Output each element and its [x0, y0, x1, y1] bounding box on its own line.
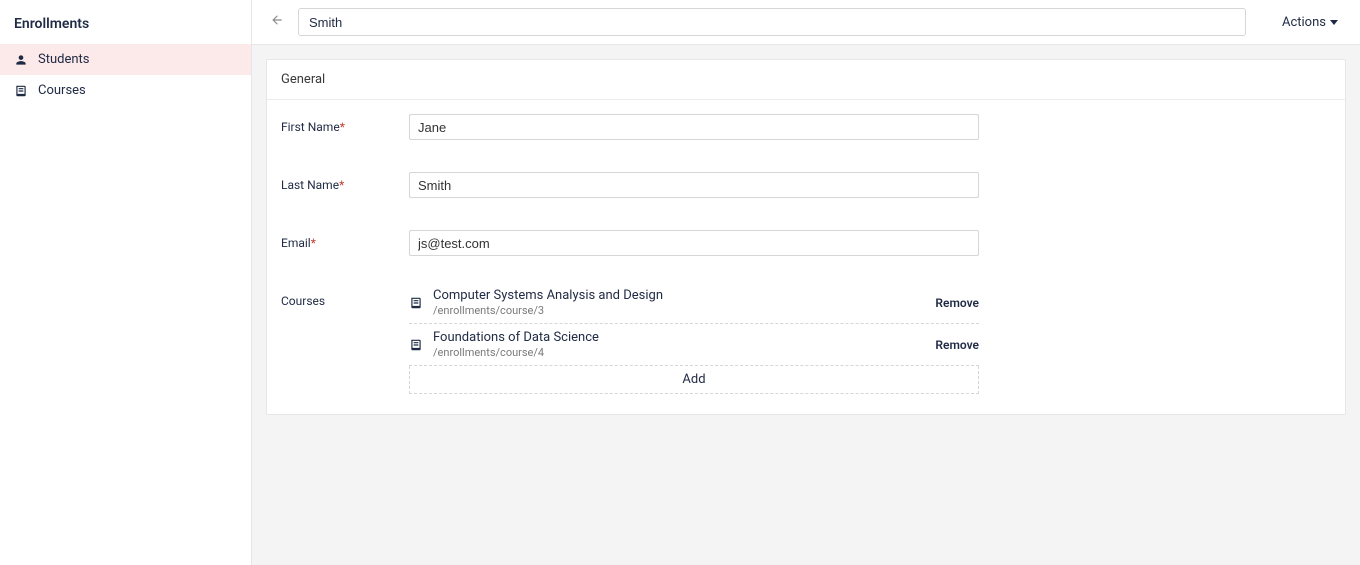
course-path: /enrollments/course/3: [433, 304, 925, 317]
main: Actions General First Name* Last Name*: [252, 0, 1360, 565]
record-title-input[interactable]: [298, 8, 1246, 36]
course-title[interactable]: Computer Systems Analysis and Design: [433, 288, 925, 303]
book-icon: [409, 296, 423, 310]
topbar: Actions: [252, 0, 1360, 45]
email-input[interactable]: [409, 230, 979, 256]
actions-dropdown[interactable]: Actions: [1274, 11, 1346, 34]
general-panel: General First Name* Last Name*: [266, 59, 1346, 415]
person-icon: [14, 53, 28, 67]
add-course-button[interactable]: Add: [409, 366, 979, 394]
label-courses: Courses: [281, 288, 409, 308]
field-email: Email*: [281, 230, 1331, 256]
field-courses: Courses Computer Systems Analysis and De…: [281, 288, 1331, 394]
first-name-input[interactable]: [409, 114, 979, 140]
course-row: Computer Systems Analysis and Design /en…: [409, 288, 979, 324]
label-email: Email*: [281, 230, 409, 250]
sidebar-item-label: Courses: [38, 83, 86, 98]
sidebar: Enrollments Students Courses: [0, 0, 252, 565]
arrow-left-icon: [270, 13, 284, 31]
sidebar-item-students[interactable]: Students: [0, 44, 251, 75]
actions-label: Actions: [1282, 15, 1326, 30]
panel-section-title: General: [267, 60, 1345, 100]
book-icon: [14, 84, 28, 98]
course-path: /enrollments/course/4: [433, 346, 925, 359]
field-first-name: First Name*: [281, 114, 1331, 140]
sidebar-item-courses[interactable]: Courses: [0, 75, 251, 106]
label-first-name: First Name*: [281, 114, 409, 134]
remove-course-button[interactable]: Remove: [935, 338, 979, 352]
sidebar-item-label: Students: [38, 52, 90, 67]
label-last-name: Last Name*: [281, 172, 409, 192]
back-button[interactable]: [266, 11, 288, 33]
course-row: Foundations of Data Science /enrollments…: [409, 324, 979, 366]
course-title[interactable]: Foundations of Data Science: [433, 330, 925, 345]
sidebar-title: Enrollments: [0, 0, 251, 44]
book-icon: [409, 338, 423, 352]
caret-down-icon: [1330, 20, 1338, 25]
last-name-input[interactable]: [409, 172, 979, 198]
field-last-name: Last Name*: [281, 172, 1331, 198]
remove-course-button[interactable]: Remove: [935, 296, 979, 310]
